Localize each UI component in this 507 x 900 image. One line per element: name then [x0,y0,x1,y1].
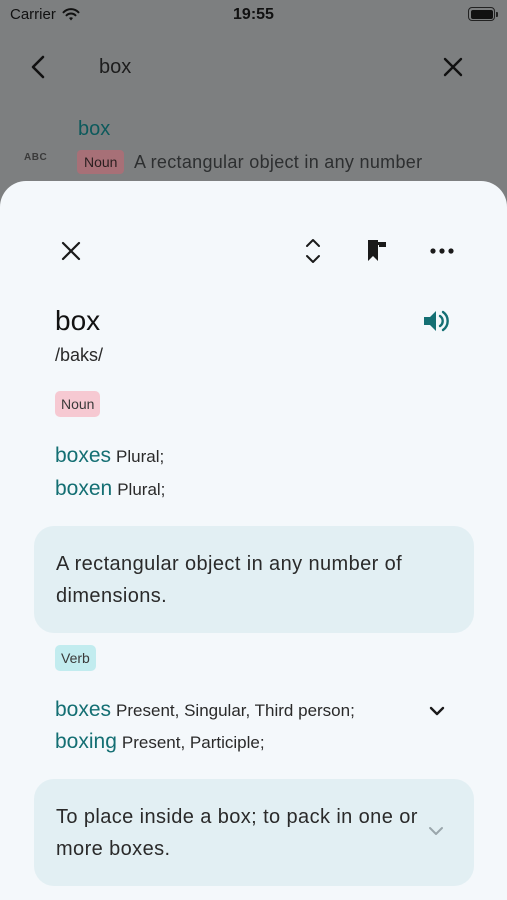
search-input[interactable]: box [99,56,131,79]
status-bar: Carrier 19:55 [0,0,507,32]
form-label: Present, Singular, Third person; [116,701,355,720]
clear-icon[interactable] [439,53,467,81]
word-form: boxen Plural; [55,477,165,501]
pos-badge-noun: Noun [55,391,101,417]
form-word[interactable]: boxing [55,730,117,753]
chevron-down-icon[interactable] [424,819,448,843]
result-word: box [78,118,111,140]
pos-badge-verb: Verb [55,645,96,671]
chevron-down-icon[interactable] [425,699,449,723]
battery-icon [468,7,498,21]
definition-card[interactable]: To place inside a box; to pack in one or… [34,779,474,886]
definition-text: To place inside a box; to pack in one or… [56,806,418,860]
more-icon [430,248,454,254]
result-pos-badge: Noun [77,150,125,174]
word-form: boxes Plural; [55,444,164,468]
abc-icon: ABC [24,152,48,163]
close-button[interactable] [55,235,87,267]
word-form: boxing Present, Participle; [55,730,265,754]
speaker-icon[interactable] [420,305,452,337]
form-word[interactable]: boxes [55,698,111,721]
bookmark-icon [368,240,386,261]
form-label: Present, Participle; [121,733,265,752]
bookmark-button[interactable] [361,235,393,267]
expand-collapse-icon [306,239,320,263]
back-arrow-icon[interactable] [24,52,54,82]
status-time: 19:55 [233,6,274,23]
word-form: boxes Present, Singular, Third person; [55,698,355,722]
more-button[interactable] [426,235,458,267]
search-result-item[interactable]: ABC box Noun A rectangular object in any… [0,116,507,180]
form-word[interactable]: boxen [55,477,112,500]
close-icon [61,241,81,261]
entry-sheet: box /baks/ Noun boxes Plural; boxen Plural… [0,181,507,900]
definition-card[interactable]: A rectangular object in any number of di… [34,526,474,633]
definition-text: A rectangular object in any number of di… [56,553,403,607]
form-word[interactable]: boxes [55,444,111,467]
search-header: box [0,44,507,88]
result-definition: A rectangular object in any number [134,152,423,172]
expand-button[interactable] [297,235,329,267]
headword: box [55,305,101,336]
sheet-toolbar [0,233,507,269]
form-label: Plural; [116,447,165,466]
phonetic: /baks/ [55,345,104,365]
form-label: Plural; [117,480,166,499]
